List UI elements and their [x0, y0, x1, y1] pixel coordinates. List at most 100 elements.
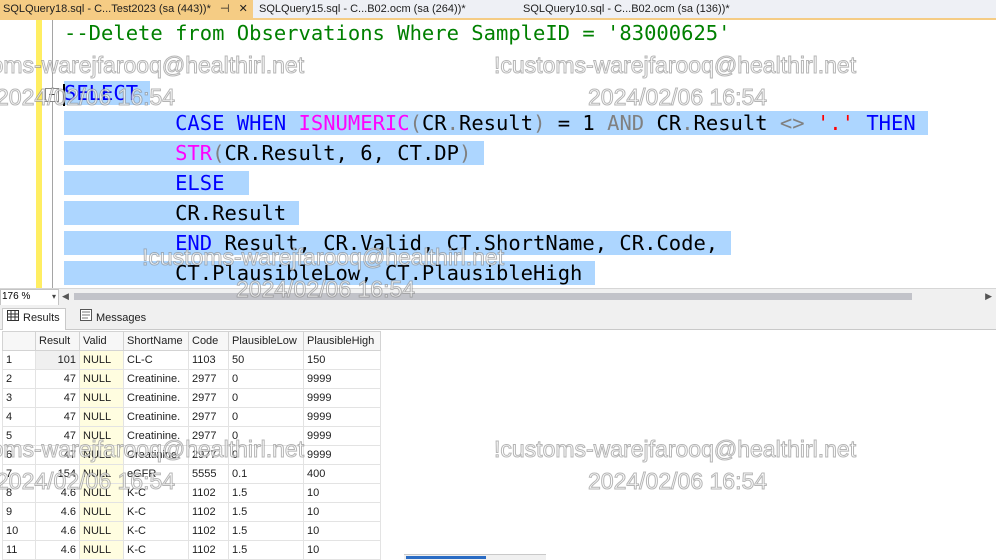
scroll-right-icon[interactable]: ▶ — [985, 289, 992, 304]
zoom-level-select[interactable]: 176 % ▾ — [0, 289, 59, 306]
grid-cell-code[interactable]: 2977 — [188, 407, 229, 427]
grid-cell-shortname[interactable]: Creatinine. — [123, 426, 189, 446]
grid-cell-code[interactable]: 5555 — [188, 464, 229, 484]
table-row[interactable]: 3 47 NULL Creatinine. 2977 0 9999 — [2, 388, 381, 408]
grid-cell-rownum: 9 — [2, 502, 36, 522]
grid-cell-plausiblelow[interactable]: 0 — [228, 445, 304, 465]
grid-cell-valid[interactable]: NULL — [79, 407, 124, 427]
table-row[interactable]: 8 4.6 NULL K-C 1102 1.5 10 — [2, 483, 381, 503]
grid-cell-plausiblelow[interactable]: 1.5 — [228, 540, 304, 560]
horizontal-scrollbar-thumb[interactable] — [74, 293, 912, 300]
grid-cell-code[interactable]: 2977 — [188, 369, 229, 389]
grid-cell-plausiblelow[interactable]: 1.5 — [228, 502, 304, 522]
grid-cell-code[interactable]: 1103 — [188, 350, 229, 370]
grid-cell-plausiblehigh[interactable]: 150 — [303, 350, 381, 370]
grid-cell-plausiblehigh[interactable]: 9999 — [303, 426, 381, 446]
grid-cell-shortname[interactable]: Creatinine. — [123, 445, 189, 465]
table-row[interactable]: 1 101 NULL CL-C 1103 50 150 — [2, 350, 381, 370]
grid-cell-plausiblehigh[interactable]: 10 — [303, 540, 381, 560]
scroll-left-icon[interactable]: ◀ — [62, 289, 69, 304]
grid-cell-result[interactable]: 4.6 — [35, 521, 80, 541]
grid-cell-result[interactable]: 47 — [35, 445, 80, 465]
grid-cell-shortname[interactable]: eGFR — [123, 464, 189, 484]
grid-cell-code[interactable]: 2977 — [188, 426, 229, 446]
grid-cell-plausiblelow[interactable]: 1.5 — [228, 483, 304, 503]
grid-header-valid[interactable]: Valid — [79, 331, 124, 351]
table-row[interactable]: 4 47 NULL Creatinine. 2977 0 9999 — [2, 407, 381, 427]
grid-cell-result[interactable]: 4.6 — [35, 483, 80, 503]
grid-cell-shortname[interactable]: K-C — [123, 540, 189, 560]
table-row[interactable]: 6 47 NULL Creatinine. 2977 0 9999 — [2, 445, 381, 465]
grid-cell-plausiblehigh[interactable]: 9999 — [303, 369, 381, 389]
grid-cell-plausiblehigh[interactable]: 10 — [303, 483, 381, 503]
pin-icon[interactable]: ⊣ — [220, 3, 230, 15]
grid-cell-plausiblelow[interactable]: 50 — [228, 350, 304, 370]
grid-cell-plausiblelow[interactable]: 0 — [228, 407, 304, 427]
grid-cell-plausiblehigh[interactable]: 9999 — [303, 388, 381, 408]
table-row[interactable]: 10 4.6 NULL K-C 1102 1.5 10 — [2, 521, 381, 541]
grid-cell-result[interactable]: 47 — [35, 426, 80, 446]
grid-cell-code[interactable]: 1102 — [188, 502, 229, 522]
grid-cell-code[interactable]: 1102 — [188, 483, 229, 503]
grid-cell-plausiblelow[interactable]: 1.5 — [228, 521, 304, 541]
table-row[interactable]: 7 154 NULL eGFR 5555 0.1 400 — [2, 464, 381, 484]
grid-cell-plausiblehigh[interactable]: 9999 — [303, 407, 381, 427]
tab-results[interactable]: Results — [2, 308, 66, 330]
grid-cell-result[interactable]: 4.6 — [35, 502, 80, 522]
grid-cell-plausiblehigh[interactable]: 10 — [303, 521, 381, 541]
grid-cell-valid[interactable]: NULL — [79, 350, 124, 370]
grid-cell-rownum: 1 — [2, 350, 36, 370]
grid-cell-plausiblelow[interactable]: 0.1 — [228, 464, 304, 484]
table-row[interactable]: 11 4.6 NULL K-C 1102 1.5 10 — [2, 540, 381, 560]
grid-cell-rownum: 5 — [2, 426, 36, 446]
grid-cell-plausiblehigh[interactable]: 400 — [303, 464, 381, 484]
grid-cell-valid[interactable]: NULL — [79, 464, 124, 484]
table-row[interactable]: 2 47 NULL Creatinine. 2977 0 9999 — [2, 369, 381, 389]
grid-cell-valid[interactable]: NULL — [79, 445, 124, 465]
grid-header-shortname[interactable]: ShortName — [123, 331, 189, 351]
grid-cell-result[interactable]: 154 — [35, 464, 80, 484]
grid-cell-shortname[interactable]: K-C — [123, 483, 189, 503]
grid-cell-shortname[interactable]: CL-C — [123, 350, 189, 370]
grid-cell-result[interactable]: 47 — [35, 369, 80, 389]
grid-cell-code[interactable]: 1102 — [188, 521, 229, 541]
grid-cell-shortname[interactable]: Creatinine. — [123, 407, 189, 427]
grid-cell-valid[interactable]: NULL — [79, 540, 124, 560]
grid-header-result[interactable]: Result — [35, 331, 80, 351]
grid-cell-plausiblelow[interactable]: 0 — [228, 369, 304, 389]
grid-cell-shortname[interactable]: K-C — [123, 521, 189, 541]
tab-sqlquery10[interactable]: SQLQuery10.sql - C...B02.ocm (sa (136))* — [520, 0, 773, 18]
grid-header-plausiblelow[interactable]: PlausibleLow — [228, 331, 304, 351]
grid-cell-code[interactable]: 2977 — [188, 445, 229, 465]
grid-cell-valid[interactable]: NULL — [79, 521, 124, 541]
grid-cell-valid[interactable]: NULL — [79, 388, 124, 408]
grid-cell-valid[interactable]: NULL — [79, 426, 124, 446]
grid-cell-valid[interactable]: NULL — [79, 483, 124, 503]
grid-cell-plausiblelow[interactable]: 0 — [228, 388, 304, 408]
grid-cell-result[interactable]: 4.6 — [35, 540, 80, 560]
grid-cell-valid[interactable]: NULL — [79, 369, 124, 389]
tab-sqlquery18[interactable]: SQLQuery18.sql - C...Test2023 (sa (443))… — [0, 0, 253, 18]
grid-cell-plausiblelow[interactable]: 0 — [228, 426, 304, 446]
grid-cell-result[interactable]: 101 — [35, 350, 80, 370]
grid-cell-valid[interactable]: NULL — [79, 502, 124, 522]
grid-cell-plausiblehigh[interactable]: 9999 — [303, 445, 381, 465]
sql-editor[interactable]: − --Delete from Observations Where Sampl… — [0, 20, 996, 288]
grid-cell-result[interactable]: 47 — [35, 407, 80, 427]
table-row[interactable]: 5 47 NULL Creatinine. 2977 0 9999 — [2, 426, 381, 446]
grid-cell-code[interactable]: 1102 — [188, 540, 229, 560]
grid-cell-shortname[interactable]: Creatinine. — [123, 388, 189, 408]
grid-cell-plausiblehigh[interactable]: 10 — [303, 502, 381, 522]
results-grid[interactable]: Result Valid ShortName Code PlausibleLow… — [2, 331, 381, 560]
grid-cell-code[interactable]: 2977 — [188, 388, 229, 408]
close-icon[interactable]: ✕ — [239, 3, 248, 15]
grid-header-code[interactable]: Code — [188, 331, 229, 351]
tab-messages[interactable]: Messages — [76, 309, 151, 328]
table-row[interactable]: 9 4.6 NULL K-C 1102 1.5 10 — [2, 502, 381, 522]
grid-cell-result[interactable]: 47 — [35, 388, 80, 408]
grid-header-plausiblehigh[interactable]: PlausibleHigh — [303, 331, 381, 351]
grid-cell-shortname[interactable]: K-C — [123, 502, 189, 522]
grid-cell-shortname[interactable]: Creatinine. — [123, 369, 189, 389]
collapse-icon[interactable]: − — [45, 88, 59, 102]
tab-sqlquery15[interactable]: SQLQuery15.sql - C...B02.ocm (sa (264))* — [256, 0, 509, 18]
